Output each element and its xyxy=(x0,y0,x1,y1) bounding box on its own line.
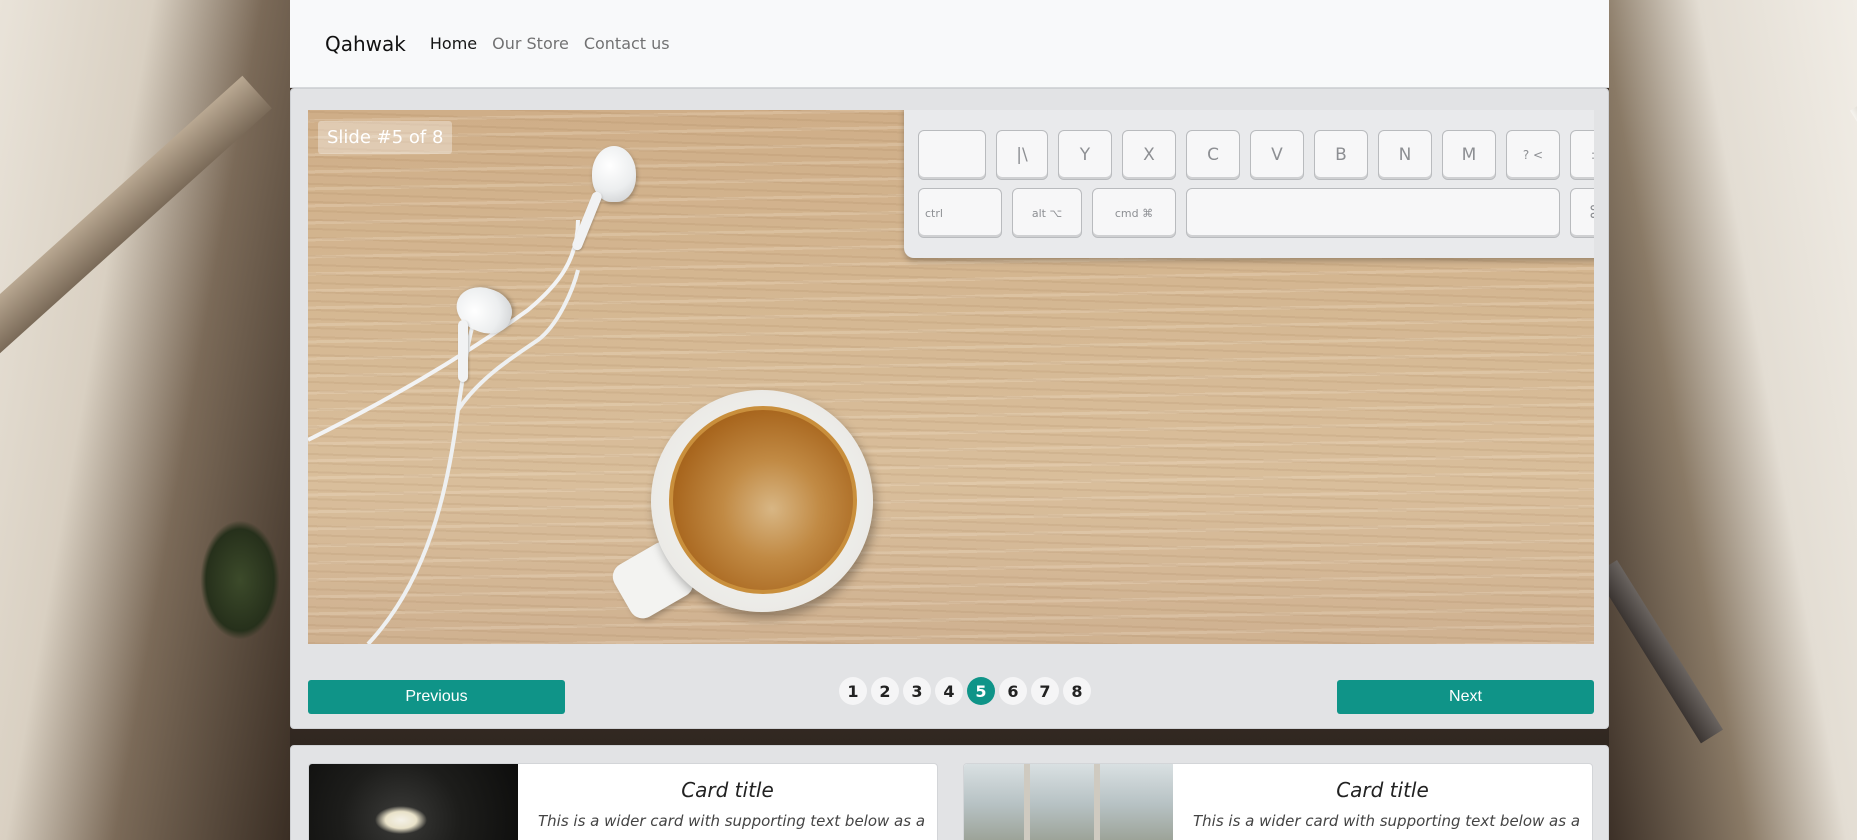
image-carousel: |\ Y X C V B N M ? < : ; ctrl alt ⌥ cmd … xyxy=(290,88,1609,729)
brand-logo[interactable]: Qahwak xyxy=(325,32,406,56)
next-button[interactable]: Next xyxy=(1337,680,1594,714)
carousel-slide-image: |\ Y X C V B N M ? < : ; ctrl alt ⌥ cmd … xyxy=(308,110,1594,644)
page-dot-4[interactable]: 4 xyxy=(935,677,963,705)
card-image xyxy=(309,764,518,840)
coffee xyxy=(669,406,857,594)
page-container: Qahwak Home Our Store Contact us |\ Y X … xyxy=(290,0,1609,840)
card-body: Card title This is a wider card with sup… xyxy=(518,764,937,840)
nav-link-home[interactable]: Home xyxy=(430,34,477,53)
earbuds-cable xyxy=(308,219,580,644)
page-dot-6[interactable]: 6 xyxy=(999,677,1027,705)
card[interactable]: Card title This is a wider card with sup… xyxy=(963,763,1593,840)
background-beam xyxy=(0,75,272,363)
navbar: Qahwak Home Our Store Contact us xyxy=(290,0,1609,88)
nav-link-our-store[interactable]: Our Store xyxy=(492,34,569,53)
page-dot-3[interactable]: 3 xyxy=(903,677,931,705)
cards-section: Card title This is a wider card with sup… xyxy=(290,745,1609,840)
background-plant xyxy=(200,520,280,640)
background-left xyxy=(0,0,290,840)
page-dot-8[interactable]: 8 xyxy=(1063,677,1091,705)
card-title: Card title xyxy=(1336,778,1429,802)
slide-counter-badge: Slide #5 of 8 xyxy=(318,121,453,154)
card-image xyxy=(964,764,1173,840)
page-dot-1[interactable]: 1 xyxy=(839,677,867,705)
coffee-cup xyxy=(651,390,873,612)
nav-link-contact-us[interactable]: Contact us xyxy=(584,34,670,53)
card-text: This is a wider card with supporting tex… xyxy=(538,812,926,830)
card-body: Card title This is a wider card with sup… xyxy=(1173,764,1592,840)
carousel-pagination: 1 2 3 4 5 6 7 8 xyxy=(839,677,1091,707)
card-text: This is a wider card with supporting tex… xyxy=(1193,812,1581,830)
card-title: Card title xyxy=(681,778,774,802)
page-dot-2[interactable]: 2 xyxy=(871,677,899,705)
card[interactable]: Card title This is a wider card with sup… xyxy=(308,763,938,840)
background-right xyxy=(1594,0,1857,840)
earbud-left-stem xyxy=(458,320,468,382)
carousel-controls: Previous 1 2 3 4 5 6 7 8 Next xyxy=(308,677,1594,716)
background-shelf xyxy=(1594,560,1723,744)
previous-button[interactable]: Previous xyxy=(308,680,565,714)
background-pipe xyxy=(1850,100,1857,637)
page-dot-7[interactable]: 7 xyxy=(1031,677,1059,705)
page-dot-5[interactable]: 5 xyxy=(967,677,995,705)
